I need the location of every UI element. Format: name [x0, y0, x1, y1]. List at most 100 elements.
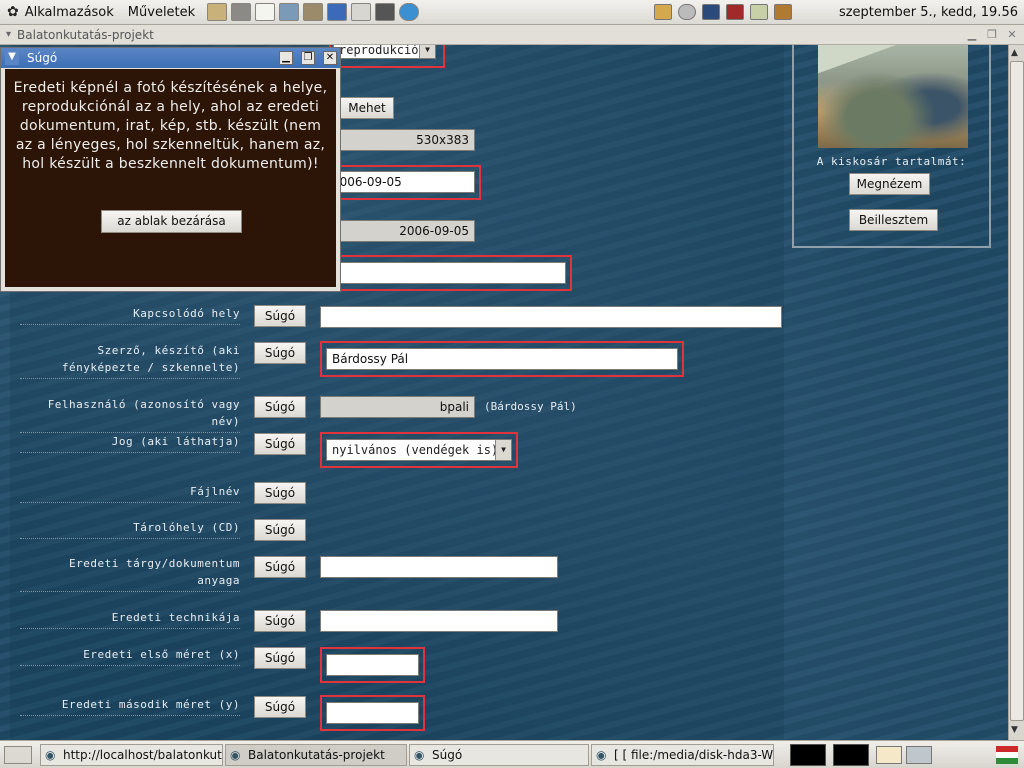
- window-menu-icon[interactable]: ▾: [6, 29, 11, 40]
- scroll-thumb[interactable]: [1010, 61, 1024, 721]
- bottom-taskbar: ◉ http://localhost/balatonkuta ◉ Balaton…: [0, 740, 1024, 768]
- task-browser[interactable]: ◉ http://localhost/balatonkuta: [40, 744, 223, 766]
- related-place-label: Kapcsolódó hely: [20, 305, 240, 325]
- system-tools-launcher-icon[interactable]: [231, 3, 252, 21]
- volume-icon[interactable]: [678, 4, 696, 20]
- author-input[interactable]: Bárdossy Pál: [326, 348, 678, 370]
- storage-label: Tárolóhely (CD): [20, 519, 240, 539]
- popup-titlebar[interactable]: ▼ Súgó ▁ ❐ ✕: [1, 48, 340, 68]
- date-input[interactable]: 2006-09-05: [326, 171, 475, 193]
- rights-select-value: nyilvános (vendégek is): [332, 443, 499, 457]
- material-input[interactable]: [320, 556, 558, 578]
- book-tray-icon[interactable]: [726, 4, 744, 20]
- author-label: Szerző, készítő (aki fényképezte / szken…: [20, 342, 240, 379]
- rights-select[interactable]: nyilvános (vendégek is) ▼: [326, 439, 512, 461]
- chevron-down-icon: ▼: [495, 440, 511, 460]
- go-button[interactable]: Mehet: [340, 97, 394, 119]
- notes-tray-icon[interactable]: [750, 4, 768, 20]
- task-browser-label: http://localhost/balatonkuta: [63, 748, 223, 762]
- filename-label: Fájlnév: [20, 483, 240, 503]
- date-readonly-field: 2006-09-05: [320, 220, 475, 242]
- help-button[interactable]: Súgó: [254, 610, 306, 632]
- view-cart-button[interactable]: Megnézem: [849, 173, 930, 195]
- help-button[interactable]: Súgó: [254, 342, 306, 364]
- scroll-up-icon[interactable]: ▲: [1011, 48, 1018, 58]
- workspace-switcher-icon[interactable]: [906, 746, 932, 764]
- network-monitor[interactable]: [833, 744, 869, 766]
- maximize-icon[interactable]: ❐: [985, 28, 999, 41]
- size-field: 530x383: [320, 129, 475, 151]
- size-y-label: Eredeti második méret (y): [20, 696, 240, 716]
- minimize-icon[interactable]: ▁: [279, 51, 293, 65]
- task-file[interactable]: ◉ [ [ file:/media/disk-hda3-W: [591, 744, 774, 766]
- close-icon[interactable]: ✕: [1005, 28, 1019, 41]
- related-place-input[interactable]: [320, 306, 782, 328]
- browser-icon: ◉: [414, 748, 425, 762]
- cart-panel: A kiskosár tartalmát: Megnézem Beilleszt…: [792, 45, 991, 248]
- clock[interactable]: szeptember 5., kedd, 19.56: [839, 5, 1018, 20]
- type-select[interactable]: reprodukció ▼: [333, 45, 436, 59]
- chevron-down-icon[interactable]: ▼: [5, 51, 19, 65]
- workspace-switcher-icon[interactable]: [876, 746, 902, 764]
- help-text: Eredeti képnél a fotó készítésének a hel…: [13, 80, 328, 172]
- help-button[interactable]: Súgó: [254, 305, 306, 327]
- show-desktop-icon[interactable]: [4, 746, 32, 764]
- gimp-launcher-icon[interactable]: [303, 3, 324, 21]
- browser-icon: ◉: [596, 748, 607, 762]
- task-project[interactable]: ◉ Balatonkutatás-projekt: [225, 744, 407, 766]
- browser-icon: ◉: [230, 748, 241, 762]
- web-browser-launcher-icon[interactable]: [399, 3, 420, 21]
- help-button[interactable]: Súgó: [254, 556, 306, 578]
- window-title: Balatonkutatás-projekt: [17, 27, 154, 42]
- type-select-value: reprodukció: [339, 45, 419, 57]
- task-project-label: Balatonkutatás-projekt: [248, 748, 385, 762]
- task-help[interactable]: ◉ Súgó: [409, 744, 589, 766]
- thumbnail-image[interactable]: [818, 45, 968, 148]
- help-popup-window: ▼ Súgó ▁ ❐ ✕ Eredeti képnél a fotó készí…: [0, 47, 341, 292]
- task-file-label: [ [ file:/media/disk-hda3-W: [614, 748, 774, 762]
- help-button[interactable]: Súgó: [254, 396, 306, 418]
- close-window-button[interactable]: az ablak bezárása: [101, 210, 242, 233]
- actions-menu[interactable]: Műveletek: [128, 5, 195, 20]
- user-fullname: (Bárdossy Pál): [484, 400, 577, 413]
- rights-label: Jog (aki láthatja): [20, 433, 240, 453]
- chevron-down-icon: ▼: [419, 45, 435, 58]
- vertical-scrollbar[interactable]: ▲ ▼: [1008, 45, 1024, 740]
- help-button[interactable]: Súgó: [254, 482, 306, 504]
- size-y-input[interactable]: [326, 702, 419, 724]
- user-field: bpali: [320, 396, 475, 418]
- help-button[interactable]: Súgó: [254, 647, 306, 669]
- file-manager-launcher-icon[interactable]: [207, 3, 228, 21]
- help-button[interactable]: Súgó: [254, 696, 306, 718]
- help-button[interactable]: Súgó: [254, 519, 306, 541]
- browser-icon: ◉: [45, 748, 56, 762]
- popup-body: Eredeti képnél a fotó készítésének a hel…: [5, 69, 336, 287]
- help-book-launcher-icon[interactable]: [327, 3, 348, 21]
- cpu-monitor[interactable]: [790, 744, 826, 766]
- size-x-input[interactable]: [326, 654, 419, 676]
- minimize-icon[interactable]: ▁: [965, 28, 979, 41]
- scroll-down-icon[interactable]: ▼: [1011, 725, 1018, 735]
- documents-launcher-icon[interactable]: [351, 3, 372, 21]
- gnome-foot-icon[interactable]: ✿: [7, 4, 19, 20]
- browser-launcher-icon[interactable]: [279, 3, 300, 21]
- close-icon[interactable]: ✕: [323, 51, 337, 65]
- applications-menu[interactable]: Alkalmazások: [25, 5, 114, 20]
- technique-input[interactable]: [320, 610, 558, 632]
- size-x-label: Eredeti első méret (x): [20, 646, 240, 666]
- popup-title: Súgó: [27, 51, 58, 65]
- maximize-icon[interactable]: ❐: [301, 51, 315, 65]
- help-button[interactable]: Súgó: [254, 433, 306, 455]
- network-tray-icon[interactable]: [654, 4, 672, 20]
- archive-tray-icon[interactable]: [774, 4, 792, 20]
- paste-cart-button[interactable]: Beillesztem: [849, 209, 938, 231]
- place-input[interactable]: [326, 262, 566, 284]
- user-label: Felhasználó (azonosító vagy név): [20, 396, 240, 433]
- window-titlebar: ▾ Balatonkutatás-projekt ▁ ❐ ✕: [0, 25, 1024, 45]
- task-help-label: Súgó: [432, 748, 463, 762]
- cart-label: A kiskosár tartalmát:: [816, 155, 967, 168]
- material-label: Eredeti tárgy/dokumentum anyaga: [20, 555, 240, 592]
- media-player-launcher-icon[interactable]: [375, 3, 396, 21]
- text-editor-launcher-icon[interactable]: [255, 3, 276, 21]
- terminal-tray-icon[interactable]: [702, 4, 720, 20]
